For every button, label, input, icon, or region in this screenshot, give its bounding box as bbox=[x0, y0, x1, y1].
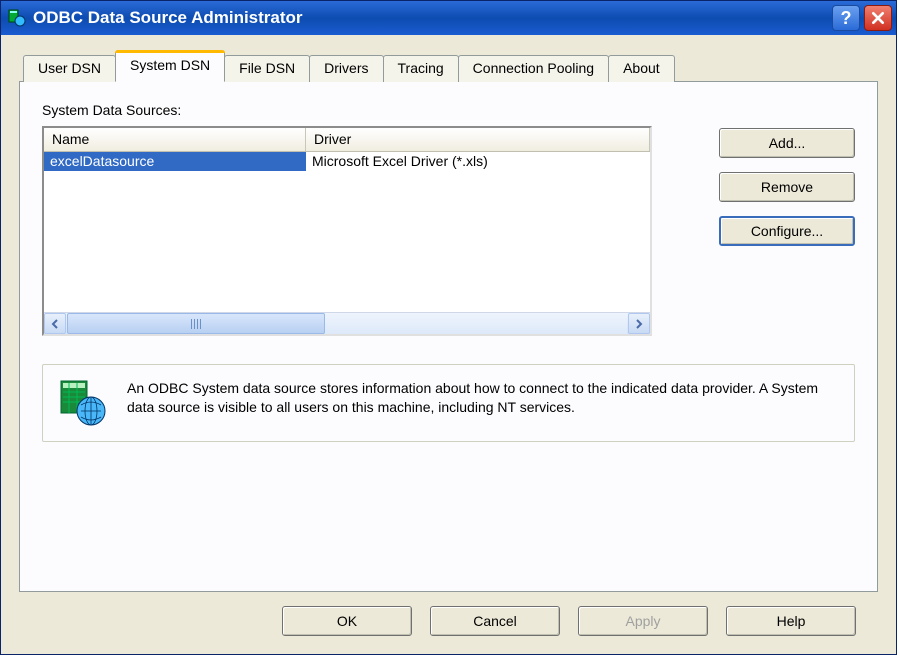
tab-user-dsn[interactable]: User DSN bbox=[23, 55, 116, 82]
titlebar-buttons: ? bbox=[832, 5, 892, 31]
horizontal-scrollbar[interactable] bbox=[44, 312, 650, 334]
tabstrip: User DSN System DSN File DSN Drivers Tra… bbox=[19, 49, 878, 81]
list-item[interactable]: excelDatasource Microsoft Excel Driver (… bbox=[44, 152, 650, 171]
tab-about[interactable]: About bbox=[608, 55, 675, 82]
dialog-button-row: OK Cancel Apply Help bbox=[19, 592, 878, 640]
remove-button[interactable]: Remove bbox=[719, 172, 855, 202]
window-title: ODBC Data Source Administrator bbox=[33, 8, 832, 28]
cancel-button[interactable]: Cancel bbox=[430, 606, 560, 636]
tab-system-dsn[interactable]: System DSN bbox=[115, 50, 225, 82]
tab-drivers[interactable]: Drivers bbox=[309, 55, 383, 82]
section-label: System Data Sources: bbox=[42, 102, 855, 118]
tab-connection-pooling[interactable]: Connection Pooling bbox=[458, 55, 609, 82]
column-header-driver[interactable]: Driver bbox=[306, 128, 650, 151]
datasource-icon bbox=[59, 379, 107, 427]
titlebar: ODBC Data Source Administrator ? bbox=[1, 1, 896, 35]
client-area: User DSN System DSN File DSN Drivers Tra… bbox=[1, 35, 896, 654]
ok-button[interactable]: OK bbox=[282, 606, 412, 636]
help-button[interactable]: Help bbox=[726, 606, 856, 636]
system-dsn-listview[interactable]: Name Driver excelDatasource Microsoft Ex… bbox=[42, 126, 652, 336]
side-button-column: Add... Remove Configure... bbox=[719, 128, 855, 336]
info-frame: An ODBC System data source stores inform… bbox=[42, 364, 855, 442]
column-header-name[interactable]: Name bbox=[44, 128, 306, 151]
scroll-left-button[interactable] bbox=[44, 313, 66, 334]
scroll-track[interactable] bbox=[67, 313, 627, 334]
app-icon bbox=[7, 8, 27, 28]
listview-body[interactable]: excelDatasource Microsoft Excel Driver (… bbox=[44, 152, 650, 312]
titlebar-close-button[interactable] bbox=[864, 5, 892, 31]
cell-driver: Microsoft Excel Driver (*.xls) bbox=[306, 152, 650, 171]
add-button[interactable]: Add... bbox=[719, 128, 855, 158]
odbc-admin-window: ODBC Data Source Administrator ? User DS… bbox=[0, 0, 897, 655]
tab-tracing[interactable]: Tracing bbox=[383, 55, 459, 82]
scroll-thumb[interactable] bbox=[67, 313, 325, 334]
configure-button[interactable]: Configure... bbox=[719, 216, 855, 246]
listview-header: Name Driver bbox=[44, 128, 650, 152]
titlebar-help-button[interactable]: ? bbox=[832, 5, 860, 31]
tab-panel-system-dsn: System Data Sources: Name Driver excelDa… bbox=[19, 81, 878, 592]
tab-file-dsn[interactable]: File DSN bbox=[224, 55, 310, 82]
scroll-right-button[interactable] bbox=[628, 313, 650, 334]
info-text: An ODBC System data source stores inform… bbox=[127, 379, 838, 417]
apply-button[interactable]: Apply bbox=[578, 606, 708, 636]
cell-name: excelDatasource bbox=[44, 152, 306, 171]
